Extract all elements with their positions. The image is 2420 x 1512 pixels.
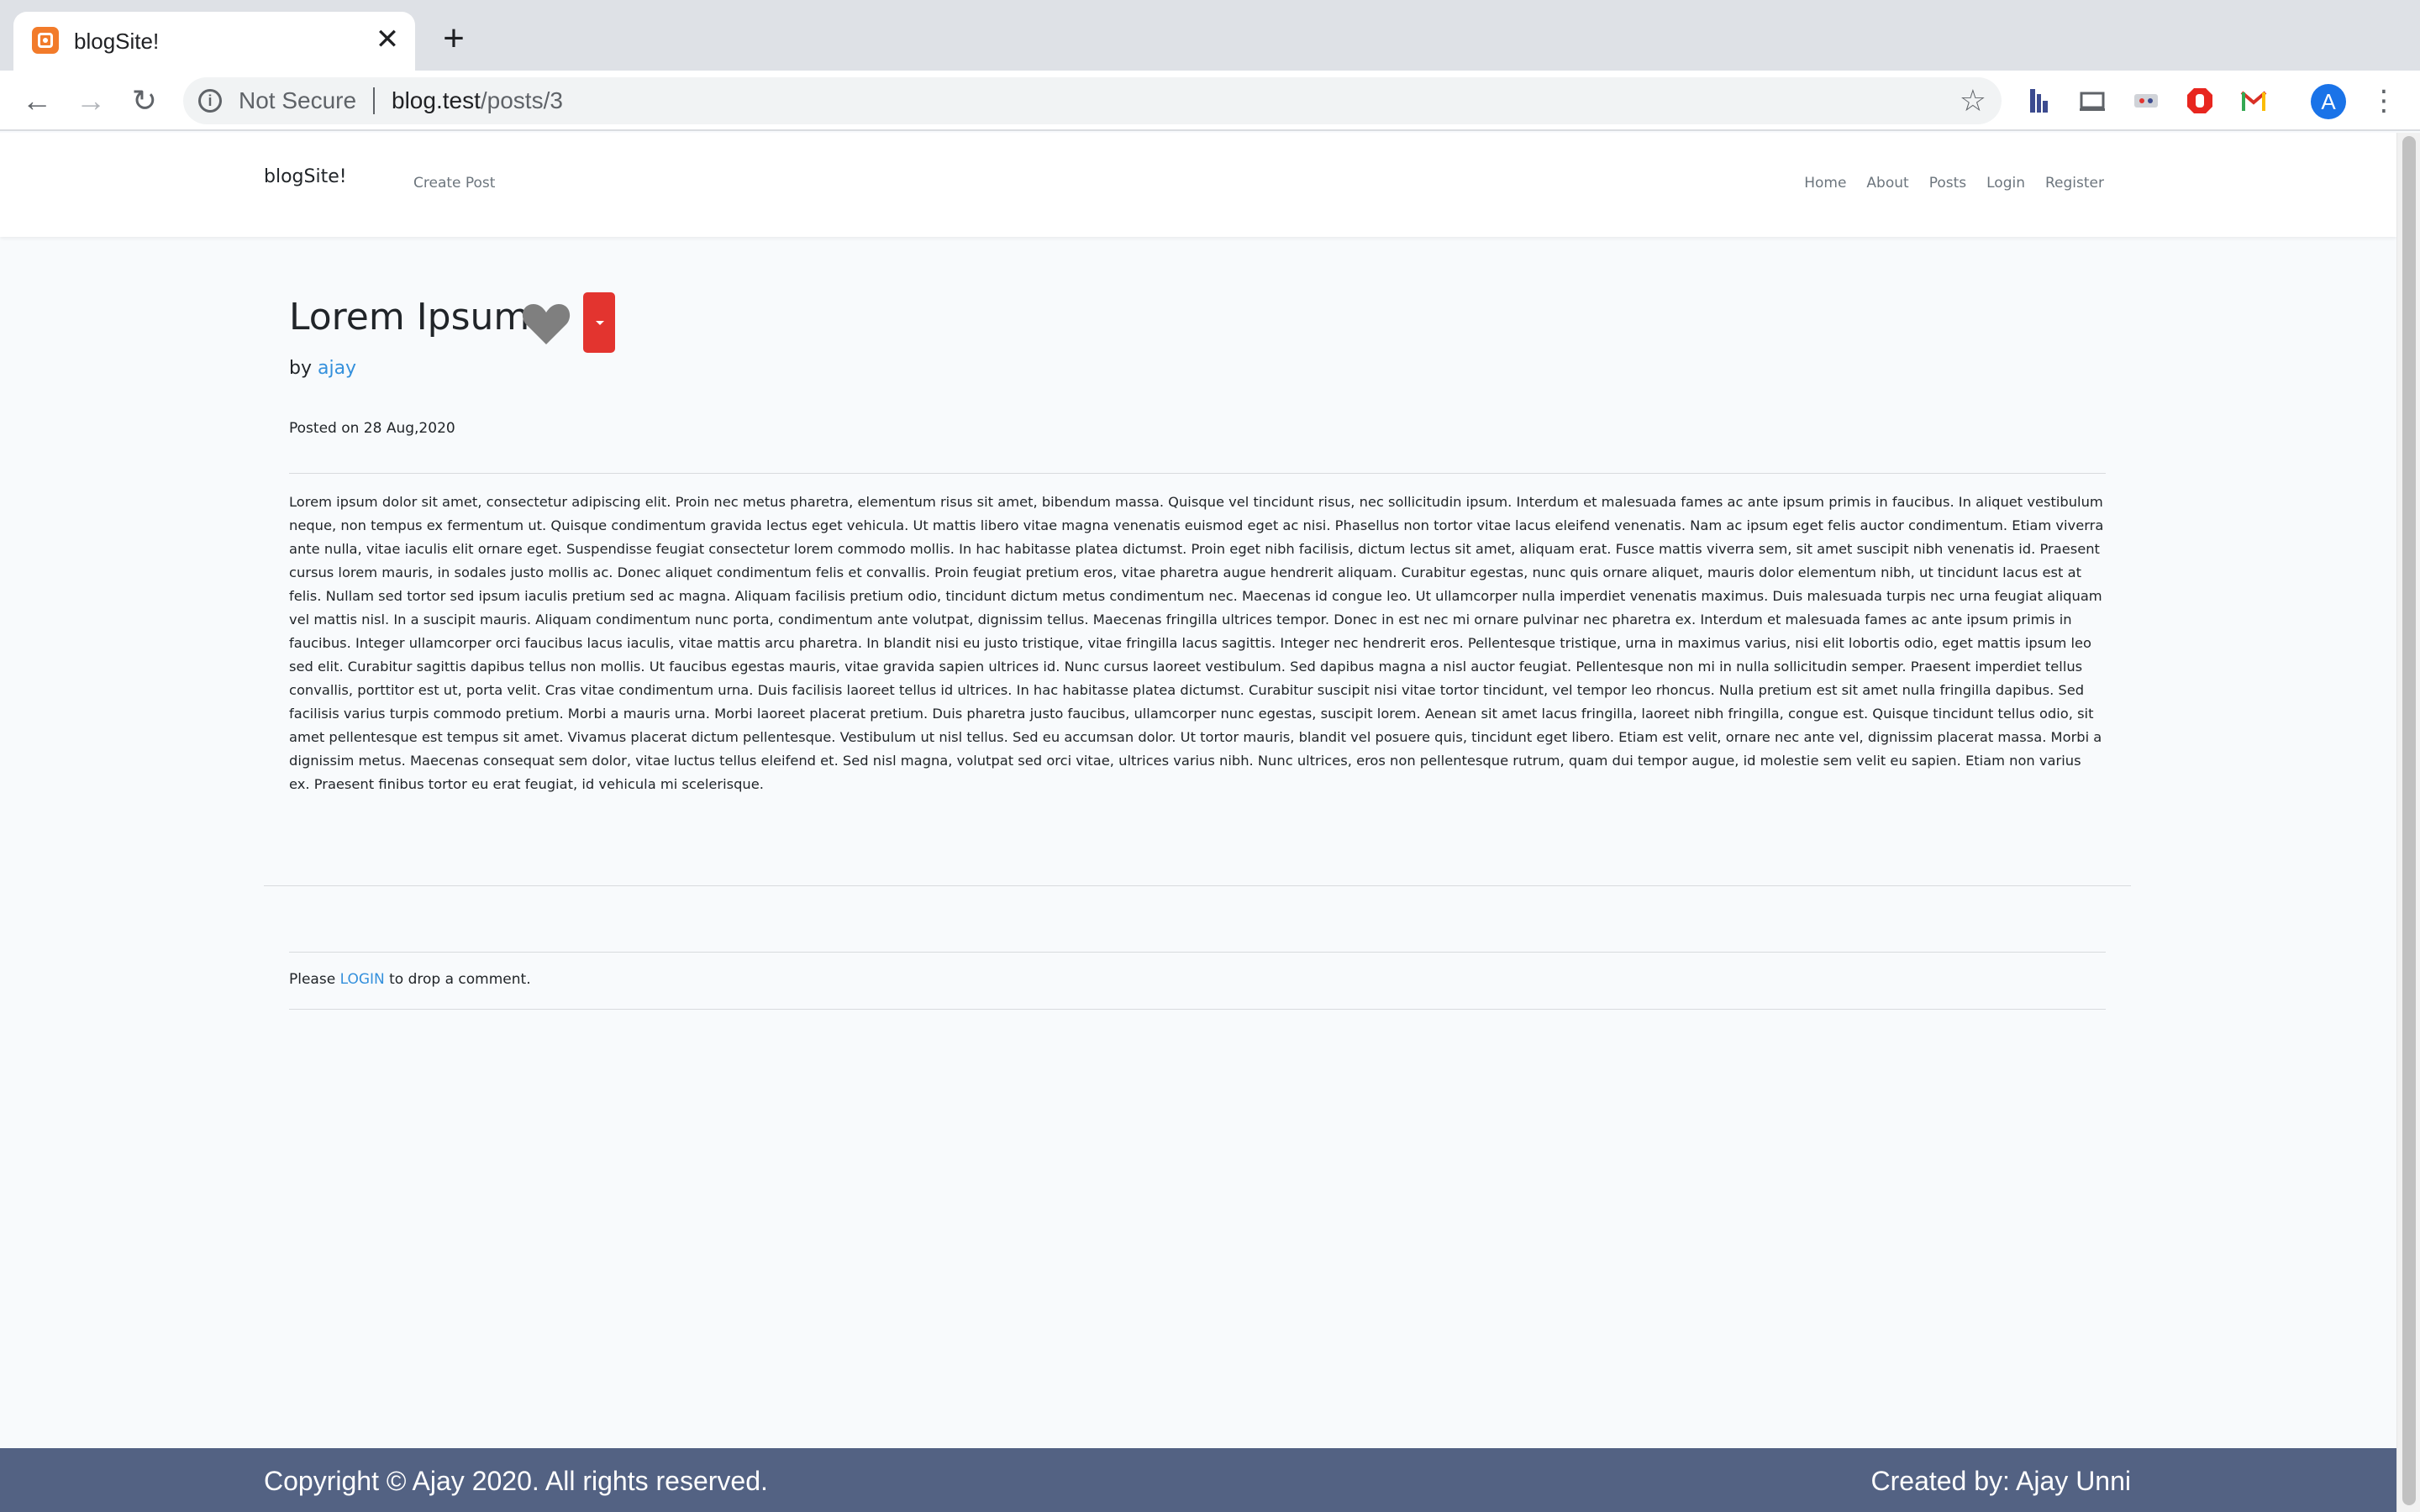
post-title: Lorem Ipsum: [289, 296, 530, 339]
browser-toolbar: ← → ↻ i Not Secure blog.test/posts/3 ☆ A…: [0, 71, 2420, 131]
nav-home[interactable]: Home: [1804, 175, 1846, 192]
divider: [289, 952, 2106, 953]
cast-icon[interactable]: [2077, 86, 2107, 116]
url-host: blog.test: [392, 87, 481, 113]
nav-posts[interactable]: Posts: [1929, 175, 1966, 192]
post-date: Posted on 28 Aug,2020: [289, 420, 455, 437]
profile-avatar[interactable]: A: [2311, 84, 2346, 119]
nav-about[interactable]: About: [1866, 175, 1908, 192]
comment-prefix: Please: [289, 971, 340, 988]
info-icon[interactable]: i: [198, 89, 222, 113]
omnibox-divider: [373, 87, 375, 114]
site-favicon-icon: [32, 27, 59, 54]
extension-icon[interactable]: [2131, 86, 2161, 116]
page-viewport: blogSite! Create Post Home About Posts L…: [0, 133, 2396, 1512]
nav-create-post[interactable]: Create Post: [413, 175, 495, 192]
tab-title: blogSite!: [74, 29, 160, 54]
heart-icon[interactable]: [521, 301, 571, 346]
site-navbar: blogSite! Create Post Home About Posts L…: [0, 133, 2396, 237]
browser-tab[interactable]: blogSite! ✕: [13, 12, 415, 71]
divider: [289, 1009, 2106, 1010]
author-link[interactable]: ajay: [318, 358, 356, 379]
vertical-scrollbar[interactable]: [2396, 133, 2420, 1512]
site-brand[interactable]: blogSite!: [264, 166, 347, 187]
adblock-icon[interactable]: [2185, 86, 2215, 116]
back-icon[interactable]: ←: [18, 82, 55, 119]
forward-icon[interactable]: →: [72, 82, 109, 119]
browser-menu-icon[interactable]: ⋮: [2370, 82, 2398, 119]
byline-prefix: by: [289, 358, 318, 379]
post-body: Lorem ipsum dolor sit amet, consectetur …: [289, 494, 2104, 792]
divider: [289, 473, 2106, 474]
security-label[interactable]: Not Secure: [239, 87, 356, 114]
scrollbar-thumb[interactable]: [2402, 136, 2416, 1505]
site-footer: Copyright © Ajay 2020. All rights reserv…: [0, 1448, 2396, 1512]
tab-close-icon[interactable]: ✕: [373, 25, 402, 54]
footer-copyright: Copyright © Ajay 2020. All rights reserv…: [264, 1466, 768, 1496]
browser-tabstrip: blogSite! ✕ +: [0, 0, 2420, 71]
comment-suffix: to drop a comment.: [384, 971, 531, 988]
nav-register[interactable]: Register: [2045, 175, 2104, 192]
login-link[interactable]: LOGIN: [340, 971, 385, 988]
address-bar[interactable]: i Not Secure blog.test/posts/3 ☆: [183, 77, 2002, 124]
ruler-extension-icon[interactable]: [2025, 86, 2055, 116]
post-byline: by ajay: [289, 356, 356, 381]
comment-prompt: Please LOGIN to drop a comment.: [289, 969, 531, 990]
footer-credit: Created by: Ajay Unni: [1870, 1466, 2132, 1496]
post-options-dropdown-button[interactable]: [583, 292, 615, 353]
url-text[interactable]: blog.test/posts/3: [392, 87, 563, 114]
gmail-icon[interactable]: [2238, 86, 2269, 116]
divider: [264, 885, 2131, 886]
new-tab-icon[interactable]: +: [437, 20, 471, 57]
url-path: /posts/3: [480, 87, 563, 113]
nav-links: Home About Posts Login Register: [1784, 175, 2104, 192]
reload-icon[interactable]: ↻: [126, 82, 163, 119]
bookmark-star-icon[interactable]: ☆: [1960, 86, 1986, 116]
nav-login[interactable]: Login: [1986, 175, 2025, 192]
